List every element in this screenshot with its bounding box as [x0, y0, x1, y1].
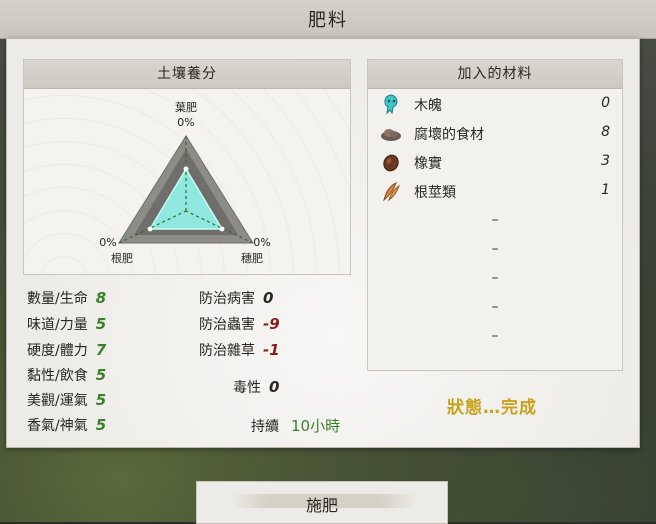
- material-name: 根莖類: [414, 185, 456, 201]
- stat-row: 黏性/飲食 5: [27, 365, 106, 385]
- stat-label: 數量/生命: [27, 291, 88, 307]
- materials-list: 木魄 0 腐壞的食材 8 橡實 3 根莖類 1 – – – – –: [368, 90, 622, 351]
- apply-fertilizer-label: 施肥: [305, 496, 338, 515]
- stat-label: 黏性/飲食: [27, 368, 88, 384]
- rotten-food-icon: [380, 122, 402, 142]
- stat-label: 味道/力量: [27, 317, 88, 333]
- stat-row: 防治蟲害 -9: [199, 314, 280, 334]
- material-name: 腐壞的食材: [414, 127, 484, 143]
- root-vegetable-icon: [380, 180, 402, 202]
- leaf-point: [183, 166, 189, 172]
- materials-title: 加入的材料: [368, 60, 622, 89]
- stat-label: 防治蟲害: [199, 317, 255, 333]
- stat-row: 數量/生命 8: [27, 288, 106, 308]
- acorn-icon: [380, 151, 402, 172]
- window-title: 肥料: [308, 10, 348, 31]
- stat-value: 7: [95, 341, 107, 359]
- status-text: 狀態…完成: [447, 398, 537, 418]
- stat-label: 美觀/運氣: [27, 393, 88, 409]
- stat-label: 防治病害: [199, 291, 255, 307]
- material-row[interactable]: 腐壞的食材 8: [368, 119, 622, 148]
- stat-value: -1: [263, 341, 280, 359]
- soil-nutrient-panel: 土壤養分 葉肥 0% 0% 根肥 0% 穗肥: [23, 59, 351, 275]
- stat-value: 5: [95, 391, 107, 409]
- material-row[interactable]: 橡實 3: [368, 148, 622, 177]
- nutrient-triangle-chart: 葉肥 0% 0% 根肥 0% 穗肥: [24, 89, 350, 274]
- wood-spirit-icon: [380, 93, 402, 115]
- stat-label: 硬度/體力: [27, 343, 88, 359]
- stat-value: 8: [95, 289, 107, 307]
- material-name: 木魄: [414, 98, 442, 114]
- nutrient-triangle-svg: 葉肥 0% 0% 根肥 0% 穗肥: [99, 100, 270, 265]
- material-empty-slot[interactable]: –: [368, 206, 622, 235]
- stat-value: 5: [95, 416, 107, 434]
- stat-row: 美觀/運氣 5: [27, 390, 106, 410]
- stat-value: -9: [263, 315, 280, 333]
- stat-value: 5: [95, 366, 107, 384]
- material-empty-slot[interactable]: –: [368, 264, 622, 293]
- material-qty: 1: [601, 182, 610, 198]
- stat-row: 防治雜草 -1: [199, 340, 280, 360]
- material-qty: 8: [601, 124, 610, 140]
- material-row[interactable]: 木魄 0: [368, 90, 622, 119]
- fertilizer-panel: 土壤養分 葉肥 0% 0% 根肥 0% 穗肥 加入的材料 木魄 0 腐壞的食材 …: [6, 38, 640, 448]
- duration-value: 10小時: [291, 417, 341, 435]
- duration-label: 持續: [251, 419, 279, 435]
- materials-panel: 加入的材料 木魄 0 腐壞的食材 8 橡實 3 根莖類 1 – – – – –: [367, 59, 623, 371]
- title-bar: 肥料: [0, 0, 656, 39]
- material-qty: 0: [601, 95, 610, 111]
- ear-label: 穗肥: [241, 252, 263, 265]
- ear-value: 0%: [253, 236, 270, 249]
- material-empty-slot[interactable]: –: [368, 322, 622, 351]
- stat-row: 防治病害 0: [199, 288, 273, 308]
- root-value: 0%: [99, 236, 116, 249]
- stat-row: 香氣/神氣 5: [27, 415, 106, 435]
- material-empty-slot[interactable]: –: [368, 293, 622, 322]
- leaf-value: 0%: [177, 116, 194, 129]
- material-empty-slot[interactable]: –: [368, 235, 622, 264]
- leaf-label: 葉肥: [175, 100, 197, 114]
- root-point: [147, 226, 153, 232]
- soil-nutrient-title: 土壤養分: [24, 60, 350, 89]
- stat-row: 硬度/體力 7: [27, 340, 106, 360]
- stat-value: 5: [95, 315, 107, 333]
- toxicity-value: 0: [269, 378, 280, 396]
- stat-value: 0: [263, 289, 274, 307]
- material-row[interactable]: 根莖類 1: [368, 177, 622, 206]
- toxicity-label: 毒性: [233, 380, 261, 396]
- material-name: 橡實: [414, 156, 442, 172]
- stat-label: 香氣/神氣: [27, 418, 88, 434]
- toxicity-row: 毒性 0: [233, 377, 279, 397]
- ear-point: [219, 226, 225, 232]
- duration-row: 持續 10小時: [251, 415, 340, 436]
- material-qty: 3: [601, 153, 610, 169]
- stat-label: 防治雜草: [199, 343, 255, 359]
- apply-fertilizer-button[interactable]: 施肥: [196, 481, 448, 524]
- root-label: 根肥: [111, 251, 133, 265]
- stat-row: 味道/力量 5: [27, 314, 106, 334]
